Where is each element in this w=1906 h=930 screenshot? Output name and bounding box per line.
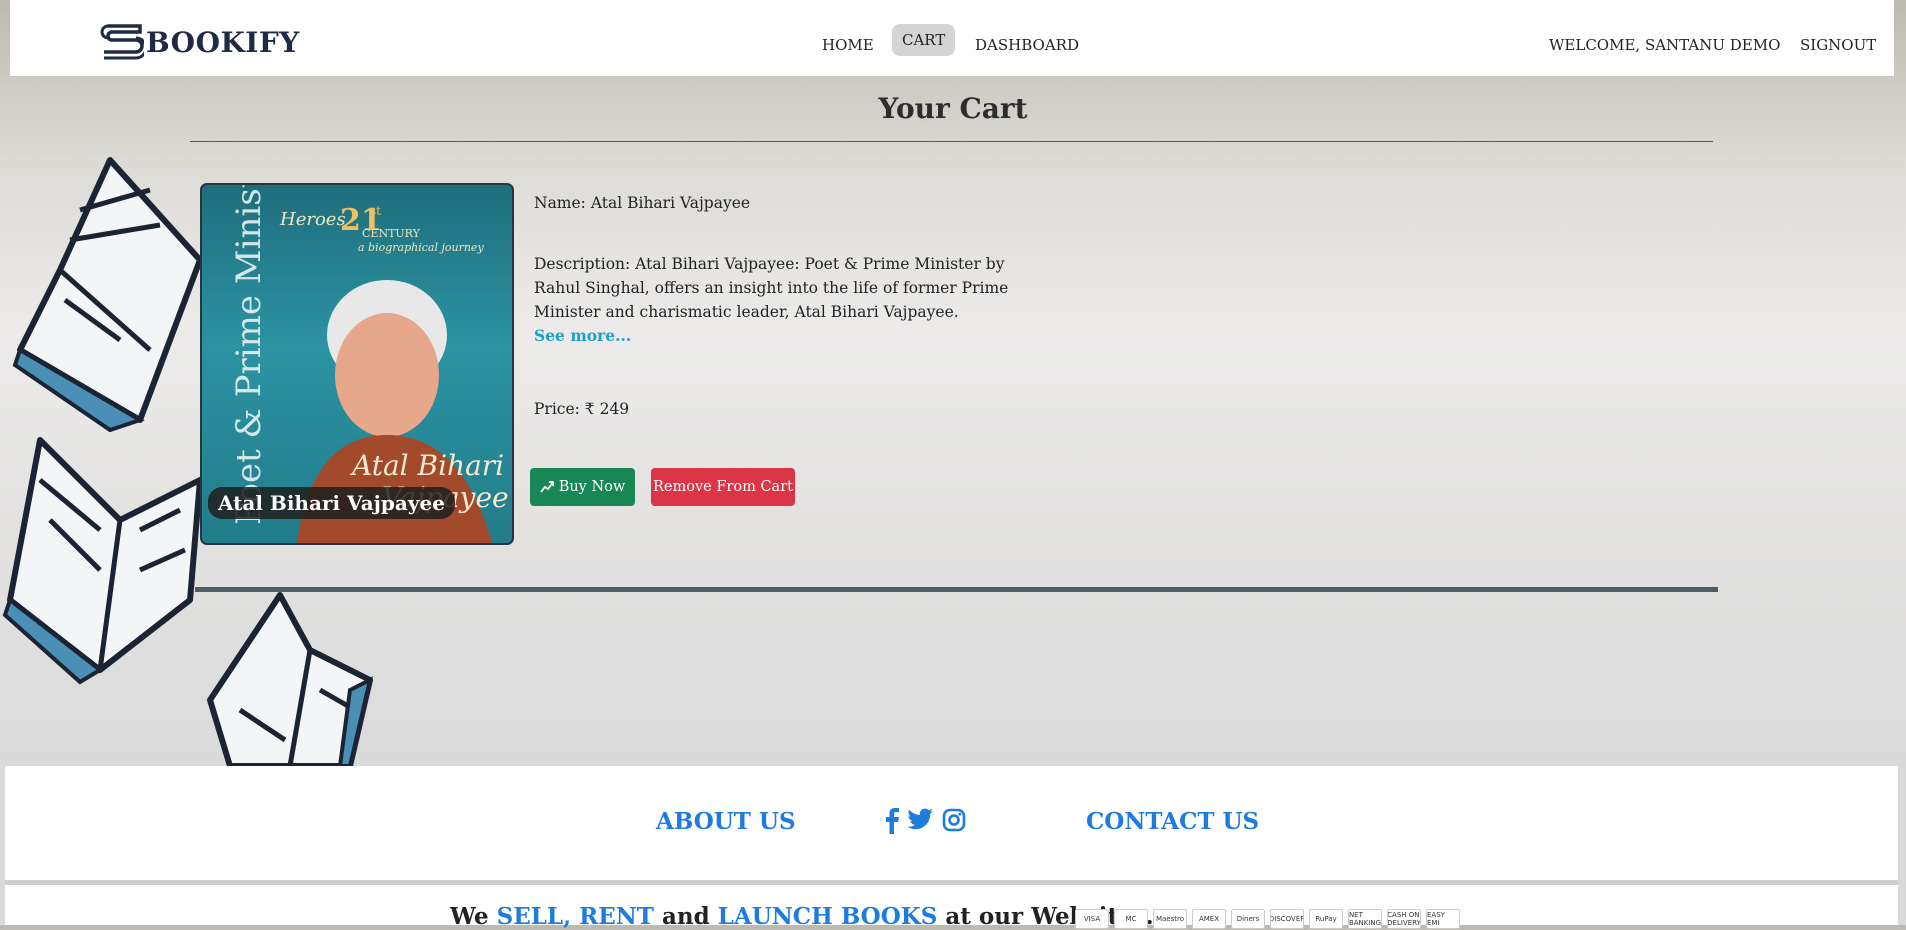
book-price: Price: ₹ 249 bbox=[534, 400, 630, 418]
svg-text:CENTURY: CENTURY bbox=[362, 227, 421, 240]
footer-tagline: We SELL, RENT and LAUNCH BOOKS at our We… bbox=[450, 903, 1170, 930]
svg-text:a biographical journey: a biographical journey bbox=[358, 241, 484, 254]
tagline-rent: RENT bbox=[579, 903, 654, 930]
bookify-logo-icon bbox=[100, 24, 144, 60]
see-more-link[interactable]: See more... bbox=[534, 326, 631, 345]
decorative-book-icon bbox=[2, 437, 203, 685]
facebook-icon[interactable] bbox=[884, 808, 900, 834]
nav-cart[interactable]: CART bbox=[892, 24, 956, 56]
remove-label: Remove From Cart bbox=[653, 479, 793, 495]
svg-text:st: st bbox=[370, 204, 381, 218]
nav-signout[interactable]: SIGNOUT bbox=[1800, 36, 1876, 54]
decorative-book-icon bbox=[12, 157, 203, 433]
book-cover: Poet & Prime Minister Heroes 21 st CENTU… bbox=[200, 183, 514, 545]
navbar: BOOKIFY HOME CART DASHBOARD WELCOME, SAN… bbox=[10, 0, 1894, 76]
rupay-icon: RuPay bbox=[1309, 909, 1343, 929]
contact-us-link[interactable]: CONTACT US bbox=[1086, 808, 1259, 835]
diners-icon: Diners bbox=[1231, 909, 1265, 929]
instagram-icon[interactable] bbox=[942, 808, 966, 832]
svg-text:Heroes: Heroes bbox=[279, 209, 346, 230]
easy-emi-icon: EASY EMI bbox=[1426, 909, 1460, 929]
cover-title-badge: Atal Bihari Vajpayee bbox=[208, 487, 455, 519]
tagline-sell: SELL, bbox=[496, 903, 572, 930]
trend-up-icon bbox=[539, 481, 554, 493]
nav-home[interactable]: HOME bbox=[822, 36, 874, 54]
amex-icon: AMEX bbox=[1192, 909, 1226, 929]
payment-methods: VISA MC Maestro AMEX Diners DISCOVER RuP… bbox=[1075, 909, 1460, 929]
maestro-icon: Maestro bbox=[1153, 909, 1187, 929]
cash-on-delivery-icon: CASH ON DELIVERY bbox=[1387, 909, 1421, 929]
decorative-book-icon bbox=[207, 592, 373, 766]
social-links bbox=[884, 808, 966, 834]
brand[interactable]: BOOKIFY bbox=[100, 22, 300, 62]
tagline-we: We bbox=[450, 903, 489, 930]
discover-icon: DISCOVER bbox=[1270, 909, 1304, 929]
nav-dashboard[interactable]: DASHBOARD bbox=[975, 36, 1079, 54]
welcome-user: WELCOME, SANTANU DEMO bbox=[1549, 36, 1781, 54]
remove-from-cart-button[interactable]: Remove From Cart bbox=[651, 468, 795, 506]
cart-item-divider bbox=[195, 587, 1718, 592]
brand-name: BOOKIFY bbox=[146, 25, 300, 59]
svg-text:Atal Bihari: Atal Bihari bbox=[349, 449, 504, 482]
page-title: Your Cart bbox=[878, 92, 1028, 125]
book-name: Name: Atal Bihari Vajpayee bbox=[534, 194, 751, 212]
book-description: Description: Atal Bihari Vajpayee: Poet … bbox=[534, 255, 1009, 321]
tagline-launch: LAUNCH BOOKS bbox=[717, 903, 938, 930]
buy-now-label: Buy Now bbox=[558, 479, 626, 495]
twitter-icon[interactable] bbox=[908, 808, 934, 832]
about-us-link[interactable]: ABOUT US bbox=[656, 808, 796, 835]
net-banking-icon: NET BANKING bbox=[1348, 909, 1382, 929]
buy-now-button[interactable]: Buy Now bbox=[530, 468, 635, 506]
title-divider bbox=[190, 141, 1713, 142]
visa-icon: VISA bbox=[1075, 909, 1109, 929]
svg-text:Poet & Prime Minister: Poet & Prime Minister bbox=[229, 185, 269, 525]
mastercard-icon: MC bbox=[1114, 909, 1148, 929]
tagline-and: and bbox=[661, 903, 710, 930]
